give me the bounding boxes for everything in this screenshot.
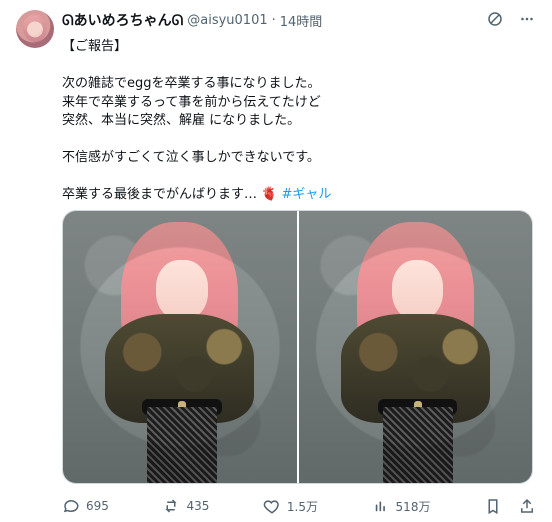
photo-shadow xyxy=(298,211,532,483)
photo-right[interactable] xyxy=(298,211,532,483)
timestamp[interactable]: 14時間 xyxy=(280,11,323,30)
text-line-3: 次の雑誌でeggを卒業する事になりました。 xyxy=(62,76,321,91)
views-count: 518万 xyxy=(395,499,431,514)
text-line-1: 【ご報告】 xyxy=(62,39,128,54)
text-spacer-3 xyxy=(62,168,532,187)
retweet-icon xyxy=(162,497,180,515)
text-spacer-1 xyxy=(62,57,532,76)
hashtag-link[interactable]: #ギャル xyxy=(281,187,331,202)
share-icon[interactable] xyxy=(518,497,536,515)
views-button[interactable]: 518万 xyxy=(372,497,431,515)
tweet-text: 【ご報告】 次の雑誌でeggを卒業する事になりました。 来年で卒業するって事を前… xyxy=(62,38,532,205)
text-line-4: 来年で卒業するって事を前から伝えてたけど xyxy=(62,94,321,110)
text-line-9: 卒業する最後までがんばります… xyxy=(62,187,258,202)
action-bar: 695 435 1.5万 518万 xyxy=(62,494,536,518)
reply-icon xyxy=(62,497,80,515)
retweet-count: 435 xyxy=(186,499,210,513)
text-line-last: 卒業する最後までがんばります… 🫀 #ギャル xyxy=(62,186,532,205)
header-actions xyxy=(486,10,536,28)
text-spacer-2 xyxy=(62,131,532,150)
reply-button[interactable]: 695 xyxy=(62,497,109,515)
views-icon xyxy=(372,497,390,515)
grok-icon[interactable] xyxy=(486,10,504,28)
avatar[interactable] xyxy=(16,10,54,48)
actions-right xyxy=(484,497,536,515)
reply-count: 695 xyxy=(86,499,109,513)
photo-shadow xyxy=(63,211,297,483)
tweet-header: ᘏあいめろちゃんᘏ @aisyu0101 · 14時間 xyxy=(62,10,536,30)
bookmark-icon[interactable] xyxy=(484,497,502,515)
tweet: ᘏあいめろちゃんᘏ @aisyu0101 · 14時間 【ご報告】 次の雑誌でe… xyxy=(0,0,552,522)
user-handle[interactable]: @aisyu0101 xyxy=(187,13,267,28)
like-button[interactable]: 1.5万 xyxy=(263,497,318,515)
more-icon[interactable] xyxy=(518,10,536,28)
retweet-button[interactable]: 435 xyxy=(162,497,209,515)
separator-dot: · xyxy=(271,12,276,28)
media-grid xyxy=(62,210,533,484)
display-name[interactable]: ᘏあいめろちゃんᘏ xyxy=(62,10,183,30)
like-icon xyxy=(263,497,281,515)
photo-left[interactable] xyxy=(63,211,297,483)
heart-emoji: 🫀 xyxy=(261,187,278,202)
text-line-7: 不信感がすごくて泣く事しかできないです。 xyxy=(62,150,320,165)
like-count: 1.5万 xyxy=(286,499,318,514)
text-line-5: 突然、本当に突然、解雇 になりました。 xyxy=(62,113,301,128)
